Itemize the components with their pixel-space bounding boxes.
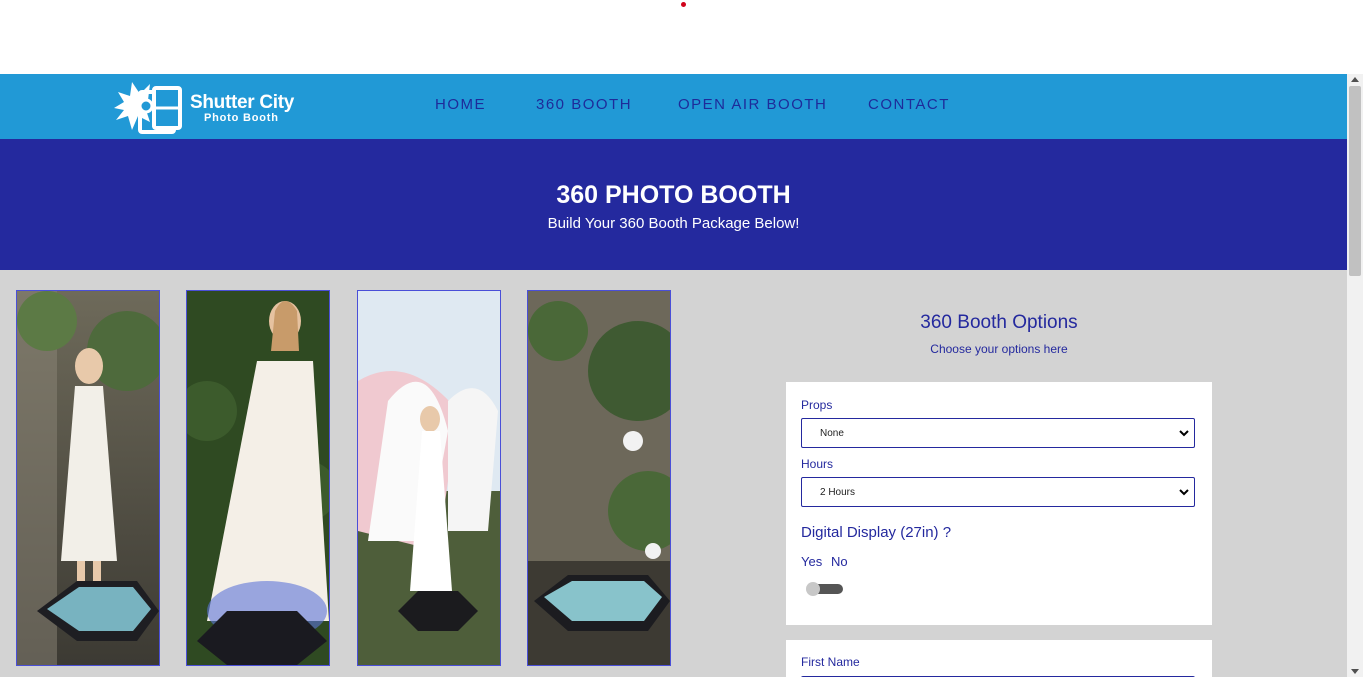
scroll-up-arrow-icon[interactable] [1351, 77, 1359, 82]
booth-photo-4 [527, 290, 671, 666]
toggle-knob [806, 582, 820, 596]
options-title: 360 Booth Options [920, 312, 1078, 333]
nav-360-booth[interactable]: 360 BOOTH [536, 96, 632, 113]
page-scrollbar[interactable] [1347, 74, 1363, 677]
hours-selected-value: 2 Hours [820, 487, 856, 498]
hours-select[interactable]: 2 Hours [801, 477, 1195, 507]
navbar: Shutter City Photo Booth HOME 360 BOOTH … [0, 74, 1347, 139]
digital-display-toggle[interactable] [806, 582, 843, 596]
hero-banner: 360 PHOTO BOOTH Build Your 360 Booth Pac… [0, 139, 1347, 270]
props-select[interactable]: None [801, 418, 1195, 448]
digital-display-label: Digital Display (27in) ? [801, 524, 952, 541]
nav-open-air-booth[interactable]: OPEN AIR BOOTH [678, 96, 827, 113]
booth-photo-1 [16, 290, 160, 666]
chevron-down-icon [1179, 430, 1189, 437]
hours-label: Hours [801, 457, 834, 471]
options-subtitle: Choose your options here [930, 342, 1068, 356]
brand-name: Shutter City [190, 92, 295, 113]
camera-burst-icon [114, 82, 182, 134]
nav-home[interactable]: HOME [435, 96, 486, 113]
booth-photo-3 [357, 290, 501, 666]
brand-logo[interactable]: Shutter City Photo Booth [110, 78, 310, 134]
props-label: Props [801, 398, 833, 412]
no-label: No [831, 554, 848, 569]
booth-photo-2 [186, 290, 330, 666]
page-title: 360 PHOTO BOOTH [556, 181, 791, 209]
page-subtitle: Build Your 360 Booth Package Below! [547, 215, 800, 232]
contact-form-card: First Name [786, 640, 1212, 677]
first-name-label: First Name [801, 655, 860, 669]
brand-tagline: Photo Booth [204, 112, 279, 124]
scroll-down-arrow-icon[interactable] [1351, 669, 1359, 674]
scrollbar-thumb[interactable] [1349, 86, 1361, 276]
props-selected-value: None [820, 428, 844, 439]
nav-contact[interactable]: CONTACT [868, 96, 950, 113]
yes-label: Yes [801, 554, 823, 569]
chevron-down-icon [1179, 489, 1189, 496]
loading-dot [681, 2, 686, 7]
page-content: Shutter City Photo Booth HOME 360 BOOTH … [0, 74, 1347, 677]
options-card: Props None Hours 2 Hours Digital Display… [786, 382, 1212, 625]
